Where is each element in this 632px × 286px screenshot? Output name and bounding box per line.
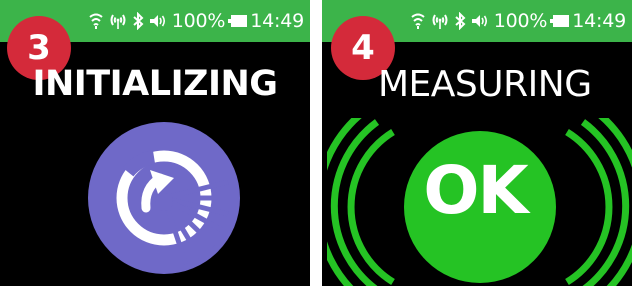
battery-icon <box>550 14 570 28</box>
bluetooth-icon <box>132 12 144 30</box>
wifi-icon <box>88 12 104 30</box>
screen-title: MEASURING <box>378 64 592 105</box>
ok-status-label: OK <box>423 152 528 229</box>
clock-time: 14:49 <box>572 10 626 32</box>
initializing-progress-icon <box>88 122 240 274</box>
screen-title: INITIALIZING <box>32 64 278 104</box>
volume-icon <box>149 12 167 30</box>
bluetooth-icon <box>454 12 466 30</box>
signal-icon <box>431 12 449 30</box>
volume-icon <box>471 12 489 30</box>
battery-percent: 100% <box>493 10 548 32</box>
device-screen-initializing: 100% 14:49 3 INITIALIZING <box>0 0 310 286</box>
wifi-icon <box>410 12 426 30</box>
clock-time: 14:49 <box>250 10 304 32</box>
device-screen-measuring: 100% 14:49 4 MEASURING OK <box>322 0 632 286</box>
signal-icon <box>109 12 127 30</box>
battery-percent: 100% <box>171 10 226 32</box>
battery-icon <box>228 14 248 28</box>
